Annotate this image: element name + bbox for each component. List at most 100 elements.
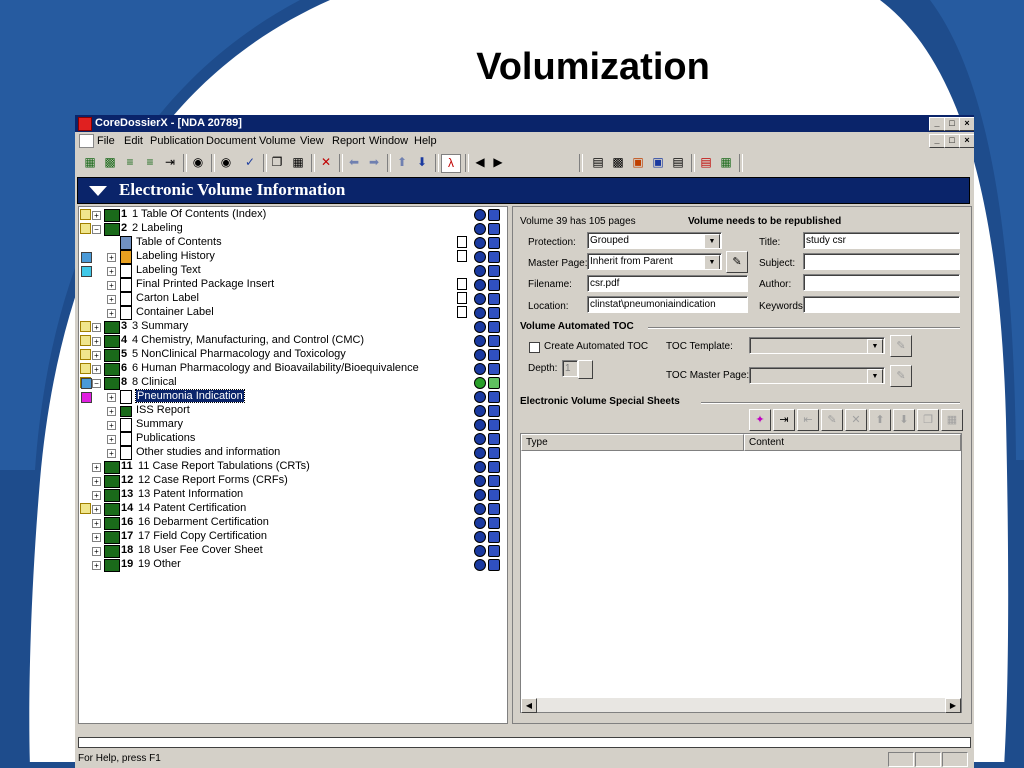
- author-field[interactable]: [803, 274, 960, 291]
- tree-item[interactable]: +3 3 Summary: [79, 320, 500, 334]
- report-icon[interactable]: ▣: [629, 154, 647, 171]
- tree-item[interactable]: +5 5 NonClinical Pharmacology and Toxicol…: [79, 348, 500, 362]
- insert-sheet-icon[interactable]: ⇥: [773, 409, 795, 431]
- edit-master-page-button[interactable]: ✎: [726, 251, 748, 273]
- master-page-select[interactable]: Inherit from Parent ▼: [587, 253, 722, 270]
- tree-item-label[interactable]: 1 Table Of Contents (Index): [132, 208, 266, 220]
- maximize-button[interactable]: □: [944, 117, 960, 131]
- expand-icon[interactable]: +: [107, 421, 116, 430]
- tree-item[interactable]: +11 11 Case Report Tabulations (CRTs): [79, 460, 500, 474]
- doc-close-button[interactable]: ×: [959, 134, 974, 148]
- remove-sheet-icon[interactable]: ⇤: [797, 409, 819, 431]
- tree-item-label[interactable]: Container Label: [136, 306, 214, 318]
- indent-icon[interactable]: ⇥: [161, 154, 179, 171]
- expand-icon[interactable]: +: [92, 337, 101, 346]
- tree-item-label[interactable]: Labeling Text: [136, 264, 201, 276]
- tree-item-label[interactable]: Final Printed Package Insert: [136, 278, 274, 290]
- tree-item[interactable]: − 2 2 Labeling: [79, 222, 500, 236]
- expand-icon[interactable]: +: [92, 547, 101, 556]
- spellcheck-icon[interactable]: ✓: [241, 154, 259, 171]
- tree-item-label[interactable]: 19 Other: [138, 558, 181, 570]
- tree-item-label[interactable]: Carton Label: [136, 292, 199, 304]
- tree-item[interactable]: + Summary: [79, 418, 500, 432]
- title-field[interactable]: study csr: [803, 232, 960, 249]
- menu-publication[interactable]: Publication: [150, 135, 204, 147]
- tree-item[interactable]: +4 4 Chemistry, Manufacturing, and Contro…: [79, 334, 500, 348]
- tree-item-label[interactable]: 18 User Fee Cover Sheet: [138, 544, 263, 556]
- expand-icon[interactable]: +: [92, 561, 101, 570]
- special-sheets-table[interactable]: Type Content ◀ ▶: [520, 433, 962, 713]
- expand-icon[interactable]: +: [92, 519, 101, 528]
- globe-icon[interactable]: ◉: [189, 154, 207, 171]
- column-header-content[interactable]: Content: [744, 434, 961, 451]
- toc-template-select[interactable]: ▼: [749, 337, 885, 354]
- list-icon[interactable]: ≡: [141, 154, 159, 171]
- tree-item[interactable]: +18 18 User Fee Cover Sheet: [79, 544, 500, 558]
- column-header-type[interactable]: Type: [521, 434, 744, 451]
- tree-item[interactable]: +16 16 Debarment Certification: [79, 516, 500, 530]
- arrow-right-icon[interactable]: ➡: [365, 154, 383, 171]
- expand-icon[interactable]: +: [92, 365, 101, 374]
- expand-icon[interactable]: +: [92, 323, 101, 332]
- print-icon[interactable]: ▤: [669, 154, 687, 171]
- chevron-down-icon[interactable]: ▼: [704, 234, 720, 248]
- publish-icon[interactable]: ▣: [649, 154, 667, 171]
- tree-item[interactable]: + Publications: [79, 432, 500, 446]
- tree-item[interactable]: + ISS Report: [79, 404, 500, 418]
- tree-item[interactable]: + Pneumonia Indication: [79, 389, 500, 404]
- expand-icon[interactable]: +: [92, 477, 101, 486]
- volume-icon[interactable]: ▦: [81, 154, 99, 171]
- image-icon[interactable]: ▩: [609, 154, 627, 171]
- expand-icon[interactable]: +: [107, 267, 116, 276]
- depth-spinner[interactable]: [578, 360, 593, 379]
- close-button[interactable]: ×: [959, 117, 974, 131]
- menu-document[interactable]: Document: [206, 135, 256, 147]
- expand-icon[interactable]: +: [92, 491, 101, 500]
- tree-item-label[interactable]: Table of Contents: [136, 236, 222, 248]
- collapse-icon[interactable]: −: [92, 379, 101, 388]
- doc-minimize-button[interactable]: _: [929, 134, 945, 148]
- menu-file[interactable]: File: [97, 135, 115, 147]
- expand-icon[interactable]: +: [107, 253, 116, 262]
- edit-toc-master-page-button[interactable]: ✎: [890, 365, 912, 387]
- chevron-down-icon[interactable]: ▼: [704, 255, 720, 269]
- tree-item-label-selected[interactable]: Pneumonia Indication: [135, 389, 245, 403]
- tree-item[interactable]: Table of Contents: [79, 236, 500, 250]
- expand-icon[interactable]: +: [107, 449, 116, 458]
- paste-sheet-icon[interactable]: ▦: [941, 409, 963, 431]
- doc-maximize-button[interactable]: □: [944, 134, 960, 148]
- tree-item[interactable]: + Container Label: [79, 306, 500, 320]
- scroll-right-icon[interactable]: ▶: [945, 698, 961, 713]
- menu-volume[interactable]: Volume: [259, 135, 296, 147]
- move-up-icon[interactable]: ⬆: [869, 409, 891, 431]
- tree-item[interactable]: +12 12 Case Report Forms (CRFs): [79, 474, 500, 488]
- paste-icon[interactable]: ▦: [289, 154, 307, 171]
- tree-item[interactable]: +1 1 Table Of Contents (Index): [79, 208, 500, 222]
- expand-icon[interactable]: +: [107, 309, 116, 318]
- expand-icon[interactable]: +: [107, 407, 116, 416]
- new-sheet-icon[interactable]: ✦: [749, 409, 771, 431]
- minimize-button[interactable]: _: [929, 117, 945, 131]
- document-icon[interactable]: [79, 134, 94, 148]
- tree-item-label[interactable]: Labeling History: [136, 250, 215, 262]
- tree-item-label[interactable]: 8 Clinical: [132, 376, 177, 388]
- expand-icon[interactable]: +: [92, 533, 101, 542]
- collapse-icon[interactable]: −: [92, 225, 101, 234]
- move-down-icon[interactable]: ⬇: [893, 409, 915, 431]
- tree-item[interactable]: + Labeling History: [79, 250, 500, 264]
- arrow-down-icon[interactable]: ⬇: [413, 154, 431, 171]
- acrobat-icon[interactable]: λ: [441, 154, 461, 173]
- tree-item-label[interactable]: 13 Patent Information: [138, 488, 243, 500]
- depth-field[interactable]: 1: [562, 360, 578, 377]
- arrow-up-icon[interactable]: ⬆: [393, 154, 411, 171]
- protection-select[interactable]: Grouped ▼: [587, 232, 722, 249]
- tree-item-label[interactable]: 3 Summary: [132, 320, 188, 332]
- tree-item[interactable]: + Carton Label: [79, 292, 500, 306]
- window-titlebar[interactable]: CoreDossierX - [NDA 20789] _ □ ×: [75, 115, 974, 132]
- subject-field[interactable]: [803, 253, 960, 270]
- location-field[interactable]: clinstat\pneumoniaindication: [587, 296, 748, 313]
- tree-item-label[interactable]: Summary: [136, 418, 183, 430]
- horizontal-scrollbar[interactable]: ◀ ▶: [521, 698, 961, 713]
- toc-master-page-select[interactable]: ▼: [749, 367, 885, 384]
- document-list-icon[interactable]: ▤: [589, 154, 607, 171]
